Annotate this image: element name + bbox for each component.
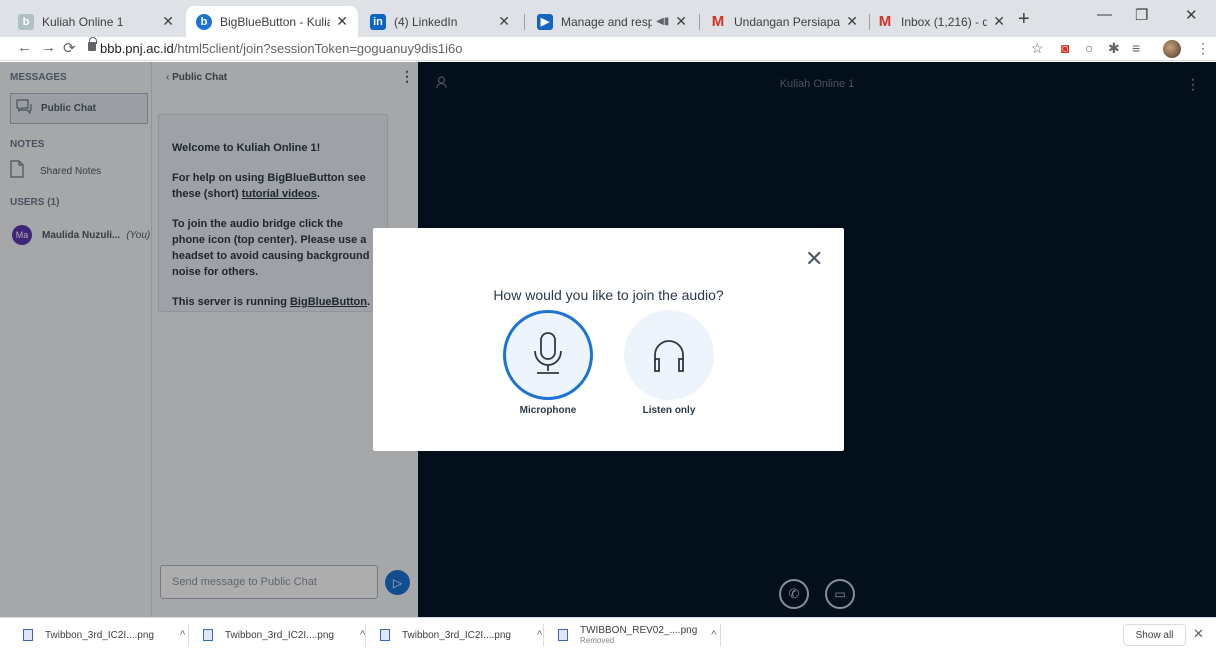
url-host: bbb.pnj.ac.id (100, 41, 174, 56)
close-tab-icon[interactable]: ✕ (846, 13, 858, 30)
url-bar[interactable]: bbb.pnj.ac.id/html5client/join?sessionTo… (100, 41, 462, 56)
tab-bigbluebutton[interactable]: b BigBlueButton - Kuliah Online ✕ (186, 6, 358, 37)
download-separator (720, 624, 721, 646)
microphone-icon (534, 332, 562, 374)
close-tab-icon[interactable]: ✕ (162, 13, 174, 30)
close-tab-icon[interactable]: ✕ (993, 13, 1005, 30)
tab-kuliah-online[interactable]: b Kuliah Online 1 ✕ (8, 6, 184, 37)
tab-title: Undangan Persiapan Perkulia (734, 14, 841, 29)
back-arrow-icon[interactable]: ← (17, 39, 32, 56)
window-close-button[interactable]: ✕ (1185, 6, 1198, 24)
download-info: TWIBBON_REV02_....png Removed (580, 625, 697, 645)
microphone-label: Microphone (519, 405, 577, 416)
star-icon[interactable]: ☆ (1031, 40, 1044, 57)
tab-linkedin[interactable]: in (4) LinkedIn ✕ (360, 6, 520, 37)
puzzle-icon[interactable]: ✱ (1108, 40, 1120, 57)
image-file-icon (558, 629, 568, 641)
close-tab-icon[interactable]: ✕ (336, 13, 348, 30)
tab-separator (524, 14, 525, 30)
new-tab-button[interactable]: + (1018, 8, 1030, 31)
chevron-up-icon[interactable]: ^ (537, 629, 542, 641)
tab-undangan[interactable]: M Undangan Persiapan Perkulia ✕ (700, 6, 868, 37)
close-tab-icon[interactable]: ✕ (498, 13, 510, 30)
linkedin-icon: in (370, 13, 386, 30)
download-separator (543, 624, 544, 646)
tab-inbox[interactable]: M Inbox (1,216) - dewiyanti.lilia ✕ (867, 6, 1015, 37)
gmail-icon: M (878, 13, 892, 30)
tab-manage[interactable]: ▶ Manage and respond to ◀▮ ✕ (527, 6, 697, 37)
audio-playing-icon[interactable]: ◀▮ (656, 16, 669, 27)
download-filename: TWIBBON_REV02_....png (580, 625, 698, 636)
tab-title: Manage and respond to (561, 14, 653, 29)
lock-icon (88, 37, 97, 51)
tab-title: Inbox (1,216) - dewiyanti.lilia (901, 14, 988, 29)
minimize-button[interactable]: — (1097, 6, 1112, 23)
image-file-icon (203, 629, 213, 641)
download-separator (188, 624, 189, 646)
extension-circle-icon[interactable]: ○ (1085, 40, 1093, 56)
chevron-up-icon[interactable]: ^ (711, 629, 716, 641)
download-item-removed[interactable]: TWIBBON_REV02_....png Removed ^ (558, 618, 716, 651)
bbb-favicon-icon: b (18, 13, 34, 30)
address-toolbar: ← → ⟳ bbb.pnj.ac.id/html5client/join?ses… (0, 37, 1216, 61)
audio-join-modal: ✕ How would you like to join the audio? … (373, 228, 844, 451)
listen-only-label: Listen only (642, 405, 696, 416)
image-file-icon (23, 629, 33, 641)
bbb-favicon-icon: b (196, 13, 212, 30)
reload-icon[interactable]: ⟳ (63, 39, 76, 57)
close-tab-icon[interactable]: ✕ (675, 13, 687, 30)
download-separator (365, 624, 366, 646)
close-modal-icon[interactable]: ✕ (805, 248, 823, 270)
video-icon: ▶ (537, 13, 553, 30)
close-shelf-icon[interactable]: ✕ (1193, 626, 1204, 642)
download-filename: Twibbon_3rd_IC2I....png (45, 629, 154, 641)
downloads-shelf: Twibbon_3rd_IC2I....png ^ Twibbon_3rd_IC… (0, 617, 1216, 651)
url-path: /html5client/join?sessionToken=goguanuy9… (173, 41, 463, 56)
audio-modal-title: How would you like to join the audio? (493, 287, 724, 303)
download-item[interactable]: Twibbon_3rd_IC2I....png ^ (380, 618, 542, 651)
restore-button[interactable]: ❐ (1135, 6, 1148, 24)
profile-avatar[interactable] (1163, 40, 1181, 58)
microphone-button[interactable] (503, 310, 593, 400)
listen-only-button[interactable] (624, 310, 714, 400)
show-all-button[interactable]: Show all (1123, 624, 1186, 646)
download-item[interactable]: Twibbon_3rd_IC2I....png ^ (23, 618, 185, 651)
gmail-icon: M (711, 13, 725, 30)
browser-window: b Kuliah Online 1 ✕ b BigBlueButton - Ku… (0, 0, 1216, 651)
chrome-menu-icon[interactable]: ⋮ (1196, 40, 1210, 57)
download-item[interactable]: Twibbon_3rd_IC2I....png ^ (203, 618, 365, 651)
download-filename: Twibbon_3rd_IC2I....png (225, 629, 334, 641)
tab-title: (4) LinkedIn (394, 14, 458, 29)
pocket-extension-icon[interactable]: ◙ (1061, 40, 1069, 56)
download-status: Removed (580, 636, 615, 645)
image-file-icon (380, 629, 390, 641)
forward-arrow-icon[interactable]: → (41, 39, 56, 56)
download-filename: Twibbon_3rd_IC2I....png (402, 629, 511, 641)
tab-title: BigBlueButton - Kuliah Online (220, 14, 331, 29)
chevron-up-icon[interactable]: ^ (180, 629, 185, 641)
tab-title: Kuliah Online 1 (42, 14, 124, 29)
headphones-icon (654, 340, 684, 372)
media-control-icon[interactable]: ≡ (1132, 40, 1140, 56)
tab-strip: b Kuliah Online 1 ✕ b BigBlueButton - Ku… (0, 0, 1216, 37)
